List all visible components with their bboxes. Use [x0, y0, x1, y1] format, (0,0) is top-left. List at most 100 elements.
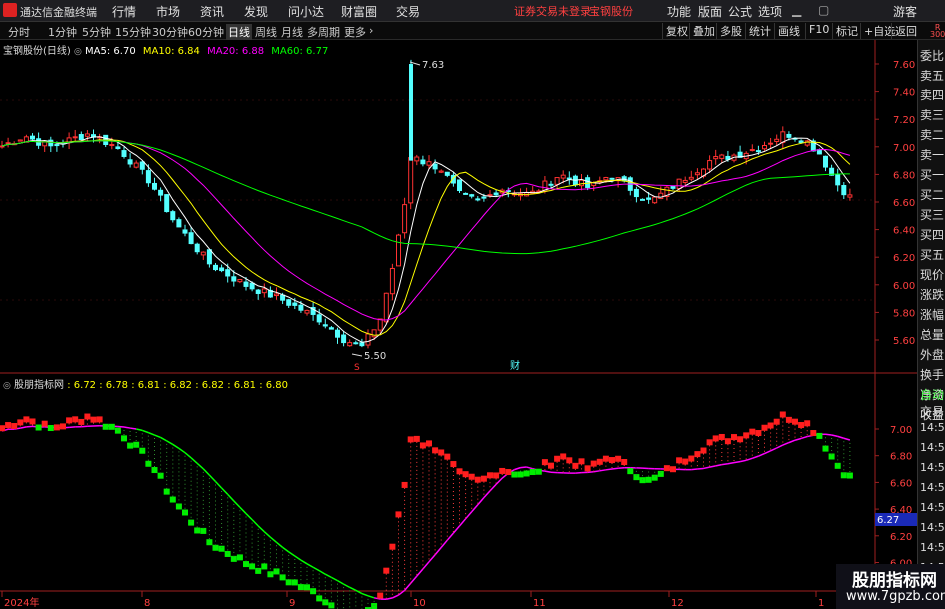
- trade-label[interactable]: 交易: [920, 403, 944, 420]
- menu-options[interactable]: 选项: [758, 3, 782, 20]
- auto-trade-label[interactable]: 自动: [920, 386, 944, 403]
- period-1min[interactable]: 1分钟: [48, 24, 77, 40]
- tool-f10[interactable]: F10: [805, 23, 832, 39]
- trade-time-3: 14:56: [920, 481, 945, 494]
- sub-baseline-segment: [520, 466, 527, 469]
- sub-baseline-segment: [129, 427, 137, 430]
- menu-quotes[interactable]: 行情: [112, 3, 136, 20]
- candle-body: [432, 163, 438, 170]
- sub-step-block: [41, 420, 48, 427]
- candle-body: [420, 159, 426, 165]
- period-15min[interactable]: 15分钟: [115, 24, 151, 40]
- candle-body: [438, 170, 444, 173]
- settings-circle-icon[interactable]: ◎: [74, 47, 82, 57]
- candle-body: [579, 179, 584, 187]
- x-tick-label: 10: [413, 598, 426, 609]
- sub-baseline-segment: [343, 583, 351, 589]
- indicator-settings-icon[interactable]: ◎: [3, 381, 11, 391]
- tool-multi-stock[interactable]: 多股: [716, 23, 745, 39]
- candle-body: [670, 186, 676, 189]
- sub-step-block: [535, 468, 542, 475]
- tool-mark[interactable]: 标记: [832, 23, 861, 39]
- candle-body: [646, 197, 652, 200]
- menu-layout[interactable]: 版面: [698, 3, 722, 20]
- period-intraday[interactable]: 分时: [8, 24, 30, 40]
- sub-baseline-segment: [514, 466, 521, 471]
- candle-body: [786, 133, 792, 138]
- menu-formula[interactable]: 公式: [728, 3, 752, 20]
- sub-baseline-segment: [306, 563, 314, 568]
- sub-step-block: [90, 416, 97, 423]
- quote-field-12: 涨跌: [920, 288, 945, 302]
- tool-draw[interactable]: 画线: [774, 23, 803, 39]
- chevron-right-icon[interactable]: ›: [369, 24, 373, 37]
- candle-body: [274, 293, 279, 297]
- period-monthly[interactable]: 月线: [281, 24, 303, 40]
- y-tick-label: 7.60: [893, 60, 915, 71]
- tool-overlay[interactable]: 叠加: [689, 23, 718, 39]
- sub-step-block: [493, 472, 500, 479]
- sub-baseline-segment: [440, 539, 448, 548]
- sub-step-block: [810, 430, 817, 437]
- candle-body: [389, 267, 395, 295]
- trade-time-4: 14:56: [920, 501, 945, 514]
- candle-body: [463, 192, 469, 195]
- menu-trade[interactable]: 交易: [396, 3, 420, 20]
- stock-link[interactable]: 宝钢股份: [589, 3, 633, 19]
- minimize-icon[interactable]: ▁: [792, 3, 801, 17]
- period-5min[interactable]: 5分钟: [82, 24, 111, 40]
- sub-baseline-segment: [422, 561, 430, 570]
- menu-market[interactable]: 市场: [156, 3, 180, 20]
- menu-function[interactable]: 功能: [667, 3, 691, 20]
- candle-body: [847, 194, 853, 198]
- marker-cai: 财: [510, 359, 520, 372]
- sub-baseline-segment: [81, 425, 88, 428]
- candle-body: [200, 251, 206, 256]
- sub-step-block: [663, 465, 670, 472]
- sub-step-block: [462, 471, 469, 478]
- tool-back[interactable]: 返回: [891, 23, 920, 39]
- candle-body: [322, 324, 328, 327]
- guest-user[interactable]: 游客: [893, 3, 917, 20]
- candle-body: [749, 149, 755, 152]
- sub-baseline-segment: [605, 468, 613, 471]
- login-notice[interactable]: 证券交易未登录: [514, 3, 591, 19]
- menu-wealth-circle[interactable]: 财富圈: [341, 3, 377, 20]
- sub-baseline-segment: [471, 504, 479, 513]
- sub-step-block: [194, 527, 201, 534]
- candle-body: [30, 135, 35, 140]
- sub-baseline-segment: [587, 470, 594, 474]
- x-tick-label: 8: [144, 598, 150, 609]
- candle-body: [426, 161, 432, 166]
- period-daily[interactable]: 日线: [226, 24, 252, 40]
- tool-adjust[interactable]: 复权: [662, 23, 691, 39]
- sub-baseline-segment: [727, 461, 735, 465]
- candle-body: [133, 162, 139, 168]
- menu-ask[interactable]: 问小达: [288, 3, 324, 20]
- window-icon[interactable]: ▢: [818, 3, 829, 17]
- sub-chart-header: ◎ 股朋指标网 : 6.72 : 6.78 : 6.81 : 6.82 : 6.…: [0, 376, 288, 391]
- sub-baseline-segment: [458, 518, 467, 527]
- sub-step-block: [419, 442, 426, 449]
- sub-baseline-segment: [410, 575, 418, 584]
- period-multi[interactable]: 多周期: [307, 24, 340, 40]
- candle-body: [84, 133, 90, 137]
- sub-baseline-segment: [776, 444, 784, 449]
- sub-step-block: [584, 465, 591, 472]
- period-60min[interactable]: 60分钟: [188, 24, 224, 40]
- sub-step-block: [383, 567, 390, 574]
- sub-baseline-segment: [495, 477, 503, 485]
- period-more[interactable]: 更多: [344, 24, 366, 40]
- menu-discover[interactable]: 发现: [244, 3, 268, 20]
- candle-body: [359, 342, 365, 347]
- menu-news[interactable]: 资讯: [200, 3, 224, 20]
- period-30min[interactable]: 30分钟: [152, 24, 188, 40]
- kline-chart[interactable]: 7.63 5.50 S 财 7.60 7.40 7.20 7.00 6.80 6.60 6.…: [0, 40, 917, 609]
- period-weekly[interactable]: 周线: [255, 24, 277, 40]
- candle-body: [72, 136, 78, 139]
- sub-step-block: [505, 469, 512, 476]
- sub-step-block: [676, 457, 683, 464]
- sub-step-block: [401, 481, 408, 488]
- quote-field-13: 涨幅: [920, 308, 945, 322]
- tool-statistics[interactable]: 统计: [745, 23, 774, 39]
